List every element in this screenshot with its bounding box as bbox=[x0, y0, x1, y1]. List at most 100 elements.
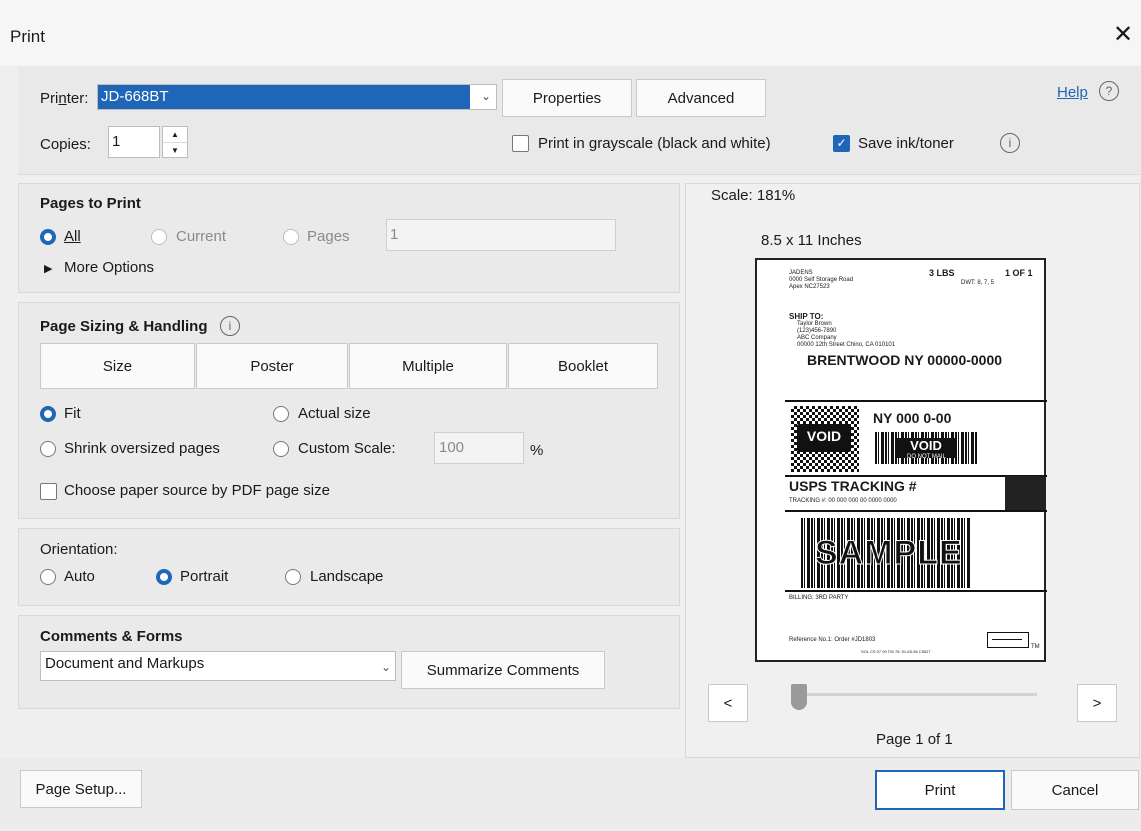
usps-logo bbox=[987, 632, 1029, 648]
more-options-toggle[interactable]: More Options bbox=[64, 259, 154, 276]
next-page-button[interactable]: > bbox=[1077, 684, 1117, 722]
cancel-button[interactable]: Cancel bbox=[1011, 770, 1139, 810]
paper-source-checkbox[interactable] bbox=[40, 483, 57, 500]
copies-label: Copies: bbox=[40, 136, 91, 153]
custom-scale-radio[interactable] bbox=[273, 441, 289, 457]
comments-selected-value: Document and Markups bbox=[45, 655, 205, 672]
recipient-company: ABC Company bbox=[797, 335, 837, 341]
portrait-radio[interactable] bbox=[156, 569, 172, 585]
copies-stepper[interactable]: ▲ ▼ bbox=[162, 126, 188, 158]
properties-button[interactable]: Properties bbox=[502, 79, 632, 117]
recipient-name: Taylor Brown bbox=[797, 321, 832, 327]
billing-line: BILLING: 3RD PARTY bbox=[789, 595, 849, 601]
stepper-down-icon[interactable]: ▼ bbox=[163, 143, 187, 158]
orientation-header: Orientation: bbox=[40, 541, 118, 558]
dimensions: DWT: 8, 7, 5 bbox=[961, 280, 995, 286]
page-sizing-header: Page Sizing & Handling bbox=[40, 318, 208, 335]
tracking-number: TRACKING #: 00 000 000 00 0000 0000 bbox=[789, 498, 897, 504]
grayscale-label: Print in grayscale (black and white) bbox=[538, 135, 771, 152]
package-count: 1 OF 1 bbox=[1005, 268, 1033, 278]
recipient-street: 00000 12th Street Chino, CA 010101 bbox=[797, 342, 896, 348]
all-pages-label: All bbox=[64, 228, 81, 245]
comments-header: Comments & Forms bbox=[40, 628, 183, 645]
tab-booklet[interactable]: Booklet bbox=[508, 343, 658, 389]
tab-multiple[interactable]: Multiple bbox=[349, 343, 507, 389]
chevron-down-icon: ⌄ bbox=[381, 660, 392, 674]
pages-range-radio[interactable] bbox=[283, 229, 299, 245]
close-icon[interactable]: ✕ bbox=[1113, 20, 1133, 49]
paper-size-readout: 8.5 x 11 Inches bbox=[761, 232, 862, 249]
sample-watermark: SAMPLE bbox=[815, 534, 963, 573]
page-info: Page 1 of 1 bbox=[876, 731, 953, 748]
reference-line: Reference No.1: Order #JD1803 bbox=[789, 637, 876, 643]
paper-source-label: Choose paper source by PDF page size bbox=[64, 482, 330, 499]
from-address-2: Apex NC27523 bbox=[789, 284, 830, 290]
page-slider-thumb[interactable] bbox=[791, 684, 807, 710]
current-page-label: Current bbox=[176, 228, 227, 245]
page-slider-track[interactable] bbox=[806, 693, 1037, 696]
auto-orientation-label: Auto bbox=[64, 568, 95, 585]
comments-select[interactable]: Document and Markups ⌄ bbox=[40, 651, 396, 681]
trademark: TM bbox=[1031, 644, 1040, 650]
divider bbox=[785, 510, 1047, 512]
page-setup-button[interactable]: Page Setup... bbox=[20, 770, 142, 808]
fit-radio[interactable] bbox=[40, 406, 56, 422]
info-icon[interactable]: i bbox=[220, 316, 240, 336]
recipient-city: BRENTWOOD NY 00000-0000 bbox=[807, 352, 1003, 368]
orientation-panel bbox=[18, 528, 680, 606]
previous-page-button[interactable]: < bbox=[708, 684, 748, 722]
scale-readout: Scale: 181% bbox=[711, 187, 796, 204]
void-stamp: VOID bbox=[797, 424, 851, 452]
print-button[interactable]: Print bbox=[875, 770, 1005, 810]
shrink-label: Shrink oversized pages bbox=[64, 440, 220, 457]
grayscale-checkbox[interactable] bbox=[512, 135, 529, 152]
pages-range-label: Pages bbox=[307, 228, 350, 245]
from-name: JADENS bbox=[789, 270, 813, 276]
save-ink-label: Save ink/toner bbox=[858, 135, 954, 152]
summarize-comments-button[interactable]: Summarize Comments bbox=[401, 651, 605, 689]
print-dialog: Print ✕ Printer: JD-668BT ⌄ Properties A… bbox=[0, 0, 1141, 831]
portrait-label: Portrait bbox=[180, 568, 229, 585]
route-code: NY 000 0-00 bbox=[873, 410, 952, 426]
auto-orientation-radio[interactable] bbox=[40, 569, 56, 585]
help-link[interactable]: Help bbox=[1057, 84, 1088, 101]
divider bbox=[785, 400, 1047, 402]
void-sub: DO NOT MAIL bbox=[907, 454, 946, 460]
window-title: Print bbox=[10, 27, 45, 46]
shrink-radio[interactable] bbox=[40, 441, 56, 457]
actual-size-radio[interactable] bbox=[273, 406, 289, 422]
pages-to-print-header: Pages to Print bbox=[40, 195, 141, 212]
all-pages-radio[interactable] bbox=[40, 229, 56, 245]
custom-scale-label: Custom Scale: bbox=[298, 440, 396, 457]
copies-input[interactable]: 1 bbox=[108, 126, 160, 158]
stepper-up-icon[interactable]: ▲ bbox=[163, 127, 187, 143]
landscape-label: Landscape bbox=[310, 568, 384, 585]
recipient-phone: (123)456-7890 bbox=[797, 328, 837, 334]
landscape-radio[interactable] bbox=[285, 569, 301, 585]
actual-size-label: Actual size bbox=[298, 405, 371, 422]
title-bar: Print ✕ bbox=[0, 0, 1141, 66]
pages-range-input[interactable]: 1 bbox=[386, 219, 616, 251]
divider bbox=[785, 590, 1047, 592]
from-address-1: 0000 Self Storage Road bbox=[789, 277, 854, 283]
tab-size[interactable]: Size bbox=[40, 343, 195, 389]
printer-label: Printer: bbox=[40, 90, 89, 107]
tab-poster[interactable]: Poster bbox=[196, 343, 348, 389]
expand-arrow-icon[interactable]: ▶ bbox=[44, 262, 52, 275]
chevron-down-icon: ⌄ bbox=[481, 89, 492, 103]
printer-selected-value: JD-668BT bbox=[98, 85, 470, 109]
info-icon[interactable]: i bbox=[1000, 133, 1020, 153]
weight: 3 LBS bbox=[929, 268, 955, 278]
current-page-radio[interactable] bbox=[151, 229, 167, 245]
percent-sign: % bbox=[530, 442, 544, 459]
printer-select[interactable]: JD-668BT ⌄ bbox=[97, 84, 497, 110]
footer-code: SOL CS 07 09 TW 76: 51.6S.56 C5527 bbox=[861, 649, 931, 654]
help-icon[interactable]: ? bbox=[1099, 81, 1119, 101]
tracking-block bbox=[1005, 476, 1045, 510]
save-ink-checkbox[interactable]: ✓ bbox=[833, 135, 850, 152]
ship-to-label: SHIP TO: bbox=[789, 312, 824, 321]
advanced-button[interactable]: Advanced bbox=[636, 79, 766, 117]
fit-label: Fit bbox=[64, 405, 81, 422]
page-preview: JADENS 0000 Self Storage Road Apex NC275… bbox=[755, 258, 1047, 662]
custom-scale-input[interactable]: 100 bbox=[434, 432, 524, 464]
